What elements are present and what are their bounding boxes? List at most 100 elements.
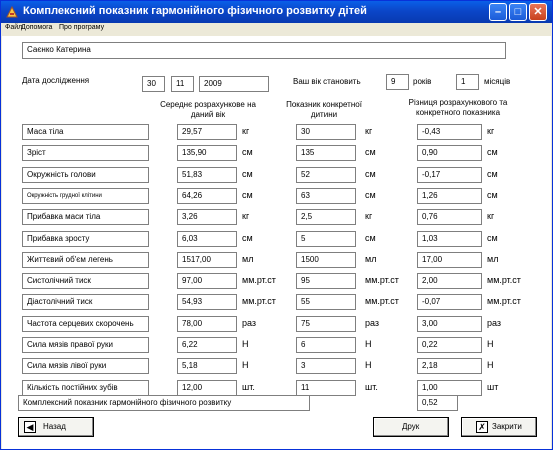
diff-unit: см <box>487 233 498 243</box>
child-value-field[interactable]: 2,5 <box>296 209 356 225</box>
diff-value-field[interactable]: -0,43 <box>417 124 482 140</box>
child-unit: см <box>365 233 376 243</box>
average-value-field[interactable]: 6,03 <box>177 231 237 247</box>
row-label: Життєвий об'єм легень <box>22 252 149 268</box>
age-months-field[interactable]: 1 <box>456 74 479 90</box>
average-value-field[interactable]: 6,22 <box>177 337 237 353</box>
diff-value-field[interactable]: 0,76 <box>417 209 482 225</box>
menu-about[interactable]: Про програму <box>59 24 104 31</box>
date-year-field[interactable]: 2009 <box>199 76 269 92</box>
date-month-field[interactable]: 11 <box>171 76 194 92</box>
diff-unit: кг <box>487 126 495 136</box>
diff-value-field[interactable]: 1,26 <box>417 188 482 204</box>
child-value-field[interactable]: 55 <box>296 294 356 310</box>
app-window: Комплексний показник гармонійного фізичн… <box>0 0 553 450</box>
average-unit: см <box>242 190 253 200</box>
row-label: Окружність грудної клітини <box>22 188 149 204</box>
child-value-field[interactable]: 1500 <box>296 252 356 268</box>
age-label: Ваш вік становить <box>293 77 361 86</box>
title-bar[interactable]: Комплексний показник гармонійного фізичн… <box>1 1 552 23</box>
date-day-field[interactable]: 30 <box>142 76 165 92</box>
average-unit: шт. <box>242 382 255 392</box>
child-value-field[interactable]: 3 <box>296 358 356 374</box>
diff-value-field[interactable]: 0,22 <box>417 337 482 353</box>
window-title: Комплексний показник гармонійного фізичн… <box>23 5 367 17</box>
average-unit: Н <box>242 360 249 370</box>
diff-value-field[interactable]: -0,07 <box>417 294 482 310</box>
form-area: Саєнко Катерина Дата дослідження 30 11 2… <box>2 36 551 449</box>
row-label: Частота серцевих скорочень <box>22 316 149 332</box>
average-unit: кг <box>242 126 250 136</box>
average-value-field[interactable]: 54,93 <box>177 294 237 310</box>
arrow-left-icon: ◀ <box>24 421 36 433</box>
average-value-field[interactable]: 12,00 <box>177 380 237 396</box>
average-unit: мм.рт.ст <box>242 296 276 306</box>
row-label: Діастолічний тиск <box>22 294 149 310</box>
average-value-field[interactable]: 29,57 <box>177 124 237 140</box>
menu-help[interactable]: Допомога <box>21 24 52 31</box>
x-icon: ✗ <box>476 421 488 433</box>
diff-unit: Н <box>487 360 494 370</box>
child-value-field[interactable]: 52 <box>296 167 356 183</box>
average-value-field[interactable]: 1517,00 <box>177 252 237 268</box>
diff-value-field[interactable]: 1,00 <box>417 380 482 396</box>
diff-value-field[interactable]: 3,00 <box>417 316 482 332</box>
child-value-field[interactable]: 75 <box>296 316 356 332</box>
summary-value-field[interactable]: 0,52 <box>417 395 458 411</box>
child-unit: Н <box>365 339 372 349</box>
child-unit: кг <box>365 126 373 136</box>
months-unit: місяців <box>484 77 511 86</box>
child-value-field[interactable]: 95 <box>296 273 356 289</box>
diff-unit: мм.рт.ст <box>487 296 521 306</box>
diff-value-field[interactable]: 1,03 <box>417 231 482 247</box>
print-button[interactable]: Друк <box>373 417 449 437</box>
maximize-button[interactable]: □ <box>509 3 527 21</box>
diff-unit: кг <box>487 211 495 221</box>
average-value-field[interactable]: 51,83 <box>177 167 237 183</box>
average-value-field[interactable]: 97,00 <box>177 273 237 289</box>
row-label: Сила мязів правої руки <box>22 337 149 353</box>
date-label: Дата дослідження <box>22 76 90 85</box>
diff-value-field[interactable]: 17,00 <box>417 252 482 268</box>
minimize-icon: – <box>494 6 502 18</box>
average-unit: мм.рт.ст <box>242 275 276 285</box>
child-name-field[interactable]: Саєнко Катерина <box>22 42 506 59</box>
average-value-field[interactable]: 135,90 <box>177 145 237 161</box>
average-unit: см <box>242 233 253 243</box>
minimize-button[interactable]: – <box>489 3 507 21</box>
child-value-field[interactable]: 63 <box>296 188 356 204</box>
average-value-field[interactable]: 3,26 <box>177 209 237 225</box>
close-icon: ✕ <box>533 6 543 18</box>
average-value-field[interactable]: 5,18 <box>177 358 237 374</box>
child-value-field[interactable]: 6 <box>296 337 356 353</box>
average-unit: см <box>242 147 253 157</box>
diff-unit: раз <box>487 318 502 328</box>
close-window-button[interactable]: ✕ <box>529 3 547 21</box>
age-years-field[interactable]: 9 <box>386 74 409 90</box>
child-value-field[interactable]: 11 <box>296 380 356 396</box>
average-unit: кг <box>242 211 250 221</box>
column-child-header: Показник конкретної дитини <box>286 100 362 119</box>
row-label: Кількість постійних зубів <box>22 380 149 396</box>
diff-unit: шт <box>487 382 499 392</box>
diff-value-field[interactable]: 0,90 <box>417 145 482 161</box>
maximize-icon: □ <box>514 6 522 18</box>
diff-value-field[interactable]: -0,17 <box>417 167 482 183</box>
child-unit: мм.рт.ст <box>365 275 399 285</box>
back-button[interactable]: ◀ Назад <box>18 417 94 437</box>
diff-value-field[interactable]: 2,00 <box>417 273 482 289</box>
average-value-field[interactable]: 78,00 <box>177 316 237 332</box>
row-label: Маса тіла <box>22 124 149 140</box>
summary-label: Комплексний показник гармонійного фізичн… <box>18 395 310 411</box>
menu-file[interactable]: Файл <box>5 24 22 31</box>
child-value-field[interactable]: 135 <box>296 145 356 161</box>
back-button-label: Назад <box>43 422 66 431</box>
child-value-field[interactable]: 30 <box>296 124 356 140</box>
average-value-field[interactable]: 64,26 <box>177 188 237 204</box>
years-unit: років <box>413 77 432 86</box>
diff-value-field[interactable]: 2,18 <box>417 358 482 374</box>
close-button[interactable]: ✗ Закрити <box>461 417 537 437</box>
app-icon <box>6 5 18 18</box>
average-unit: см <box>242 169 253 179</box>
child-value-field[interactable]: 5 <box>296 231 356 247</box>
